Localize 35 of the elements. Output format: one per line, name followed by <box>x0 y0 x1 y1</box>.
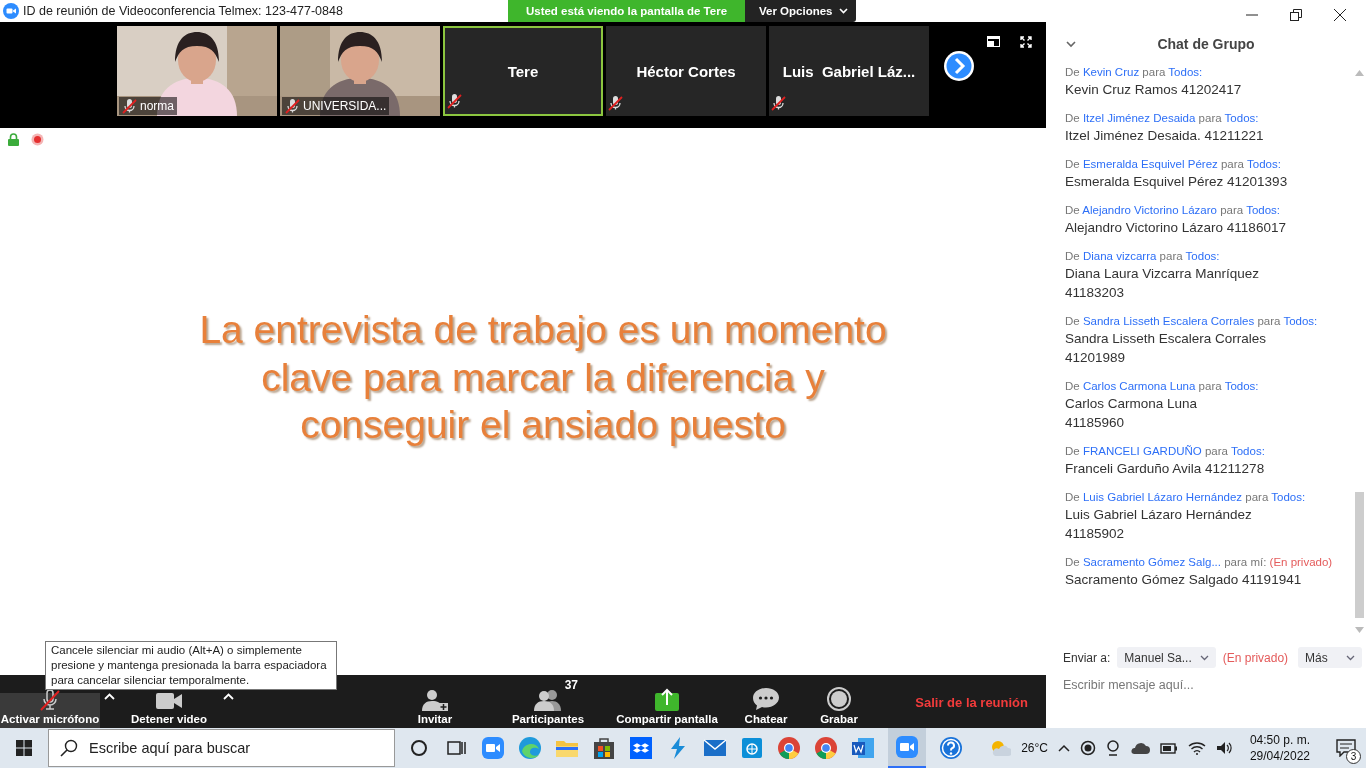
participant-name: Tere <box>507 62 539 80</box>
message-text: Franceli Garduño Avila 41211278 <box>1065 460 1266 478</box>
slide-text: La entrevista de trabajo es un momento clave para marcar la diferencia y conseguir el ansiado puesto <box>198 307 887 449</box>
message-header: De Luis Gabriel Lázaro Hernández para Todos: <box>1065 490 1307 505</box>
message-text: Sacramento Gómez Salgado 41191941 <box>1065 571 1303 589</box>
chat-title: Chat de Grupo <box>1157 36 1255 52</box>
message-text: Kevin Cruz Ramos 41202417 <box>1065 81 1243 99</box>
privacy-label: (En privado) <box>1222 650 1289 665</box>
sharing-banner: Usted está viendo la pantalla de Tere <box>508 0 745 22</box>
message-header: De Alejandro Victorino Lázaro para Todos: <box>1065 203 1282 218</box>
message-text: Esmeralda Esquivel Pérez 41201393 <box>1065 173 1289 191</box>
notification-count: 3 <box>1346 749 1361 764</box>
participant-name: norma <box>140 99 174 113</box>
message-header: De Carlos Carmona Luna para Todos: <box>1065 379 1260 394</box>
message-header: De Sandra Lisseth Escalera Corrales para Todos: <box>1065 314 1319 329</box>
message-header: De Kevin Cruz para Todos: <box>1065 65 1204 80</box>
message-header: De Sacramento Gómez Salg... para mí: (En privado) <box>1065 555 1334 570</box>
message-text: Carlos Carmona Luna 41185960 <box>1065 395 1199 432</box>
tooltip: Cancele silenciar mi audio (Alt+A) o simplemente presione y mantenga presionada la barra espaciadora para cancelar silenciar temporalmente. <box>45 641 337 690</box>
message-text: Itzel Jiménez Desaida. 41211221 <box>1065 127 1265 145</box>
send-to-label: Enviar a: <box>1063 650 1111 665</box>
message-header: De Esmeralda Esquivel Pérez para Todos: <box>1065 157 1282 172</box>
participant-name: Héctor Cortes <box>636 62 736 80</box>
window-title: ID de reunión de Videoconferencia Telmex: 123-477-0848 <box>23 4 343 18</box>
message-header: De FRANCELI GARDUÑO para Todos: <box>1065 444 1266 459</box>
participant-name: UNIVERSIDA... <box>303 99 387 113</box>
participant-name: Luis Gabriel Láz... <box>782 62 916 80</box>
temperature: 26°C <box>1021 741 1048 755</box>
message-text: Sandra Lisseth Escalera Corrales 41201989 <box>1065 330 1268 367</box>
message-header: De Itzel Jiménez Desaida para Todos: <box>1065 111 1260 126</box>
message-text: Luis Gabriel Lázaro Hernández 41185902 <box>1065 506 1253 543</box>
participant-count: 37 <box>564 678 578 692</box>
message-header: De Diana vizcarra para Todos: <box>1065 249 1221 264</box>
message-text: Alejandro Victorino Lázaro 41186017 <box>1065 219 1287 237</box>
message-text: Diana Laura Vizcarra Manríquez 41183203 <box>1065 265 1261 302</box>
